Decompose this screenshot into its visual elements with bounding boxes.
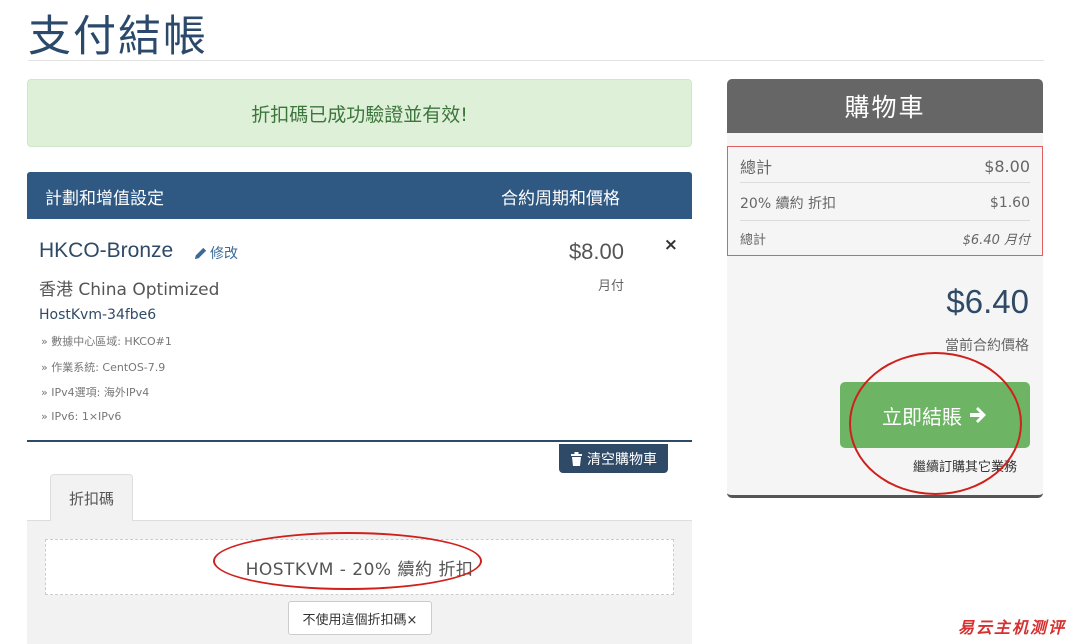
billing-cycle: 月付 bbox=[597, 279, 624, 294]
trash-icon bbox=[571, 451, 582, 466]
tab-promo-code[interactable]: 折扣碼 bbox=[50, 474, 133, 521]
remove-promo-button[interactable]: 不使用這個折扣碼× bbox=[288, 601, 432, 635]
promo-success-alert: 折扣碼已成功驗證並有效! bbox=[27, 79, 692, 147]
empty-cart-button[interactable]: 清空購物車 bbox=[559, 444, 668, 473]
product-hostname: HostKvm-34fbe6 bbox=[39, 307, 157, 323]
applied-promo-code: HOSTKVM - 20% 續約 折扣 bbox=[45, 539, 674, 595]
arrow-right-icon bbox=[970, 407, 986, 423]
discount-value: $1.60 bbox=[989, 195, 1030, 211]
pencil-icon bbox=[194, 247, 207, 259]
continue-shopping-link[interactable]: 繼續訂購其它業務 bbox=[913, 456, 1017, 475]
header-cycle-price: 合約周期和價格 bbox=[501, 189, 620, 209]
edit-label: 修改 bbox=[210, 246, 238, 262]
discount-row: 20% 續約 折扣 $1.60 bbox=[740, 188, 1030, 218]
remove-item-icon[interactable]: × bbox=[664, 235, 678, 255]
summary-divider bbox=[740, 220, 1030, 221]
checkout-label: 立即結賬 bbox=[882, 404, 962, 429]
tab-promo-label: 折扣碼 bbox=[68, 489, 114, 508]
remove-promo-label: 不使用這個折扣碼× bbox=[302, 612, 418, 628]
alert-message: 折扣碼已成功驗證並有效! bbox=[251, 103, 468, 126]
product-name: HKCO-Bronze bbox=[39, 239, 174, 262]
edit-product-link[interactable]: 修改 bbox=[193, 243, 238, 263]
total-value: $6.40 月付 bbox=[962, 232, 1030, 248]
grand-total: $6.40 bbox=[946, 283, 1029, 320]
total-row: 總計 $6.40 月付 bbox=[740, 225, 1030, 251]
option-datacenter: » 數據中心區域: HKCO#1 bbox=[41, 335, 172, 348]
subtotal-value: $8.00 bbox=[984, 156, 1030, 176]
option-os: » 作業系統: CentOS-7.9 bbox=[41, 361, 166, 374]
header-plan-settings: 計劃和增值設定 bbox=[45, 189, 164, 209]
subtotal-row: 總計 $8.00 bbox=[740, 151, 1030, 181]
product-location: 香港 China Optimized bbox=[39, 280, 220, 300]
watermark: 易云主机测评 bbox=[957, 618, 1066, 637]
promo-code-text: HOSTKVM - 20% 續約 折扣 bbox=[245, 559, 474, 580]
title-divider bbox=[28, 60, 1044, 61]
page-title: 支付結帳 bbox=[28, 12, 208, 62]
order-summary: 購物車 總計 $8.00 20% 續約 折扣 $1.60 總計 $6.40 月付… bbox=[727, 79, 1043, 498]
option-ipv4: » IPv4選項: 海外IPv4 bbox=[41, 386, 150, 399]
option-ipv6: » IPv6: 1×IPv6 bbox=[41, 410, 122, 423]
summary-title: 購物車 bbox=[727, 79, 1043, 133]
empty-cart-label: 清空購物車 bbox=[587, 451, 657, 468]
summary-breakdown: 總計 $8.00 20% 續約 折扣 $1.60 總計 $6.40 月付 bbox=[727, 146, 1043, 256]
total-label: 總計 bbox=[740, 232, 767, 248]
subtotal-label: 總計 bbox=[740, 158, 773, 177]
checkout-button[interactable]: 立即結賬 bbox=[840, 382, 1030, 448]
cart-item: HKCO-Bronze 修改 香港 China Optimized HostKv… bbox=[27, 219, 692, 442]
grand-total-label: 當前合約價格 bbox=[945, 338, 1029, 354]
cart-table-header: 計劃和增值設定 合約周期和價格 bbox=[27, 172, 692, 219]
discount-label: 20% 續約 折扣 bbox=[740, 196, 837, 212]
summary-divider bbox=[740, 182, 1030, 183]
product-price: $8.00 bbox=[568, 239, 624, 264]
